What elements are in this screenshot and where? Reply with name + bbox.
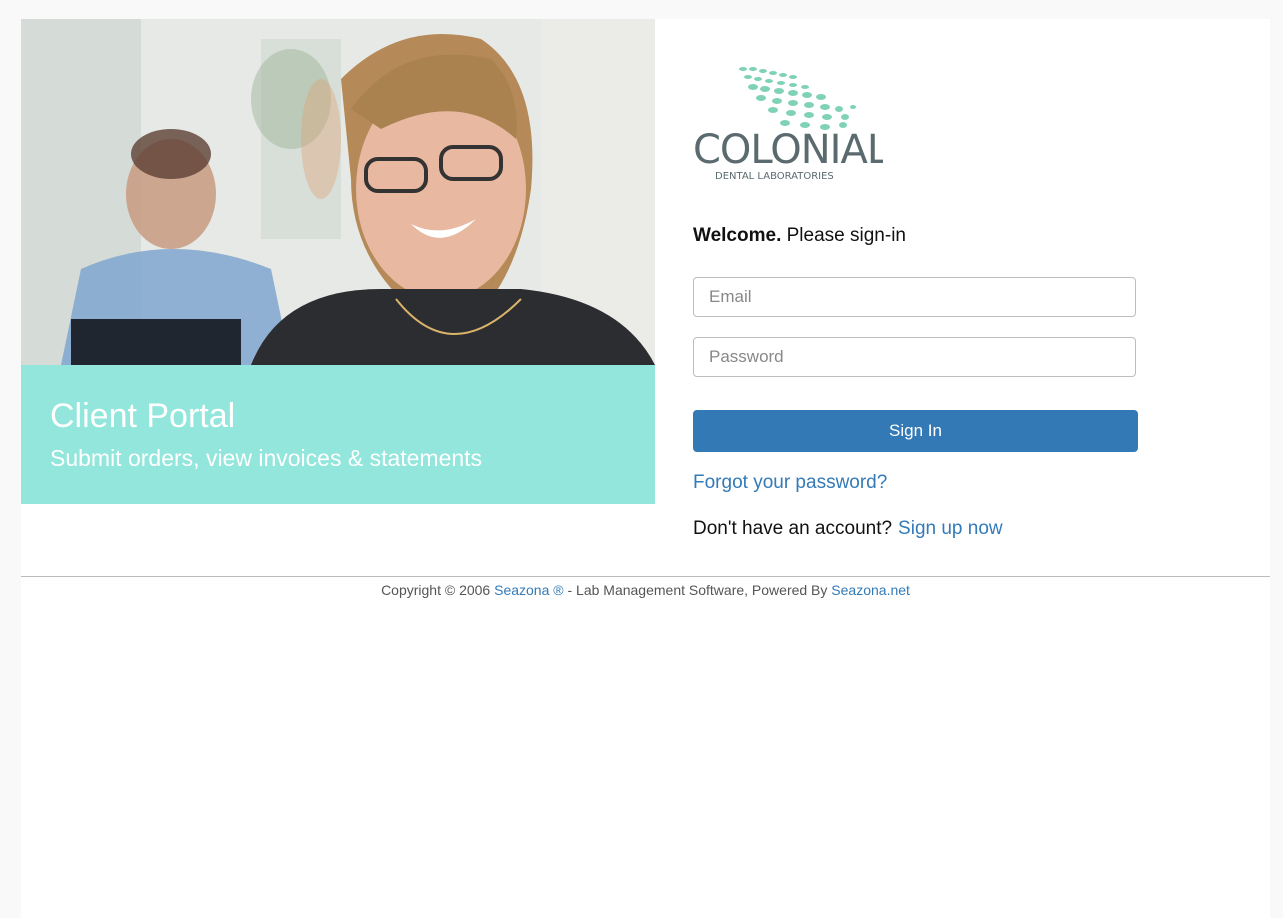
hero-title: Client Portal [50,397,236,435]
seazona-net-link[interactable]: Seazona.net [831,582,910,598]
hero-panel: Client Portal Submit orders, view invoic… [21,19,655,504]
seazona-link[interactable]: Seazona ® [494,582,563,598]
welcome-heading: Welcome. Please sign-in [693,225,906,247]
footer-middle-text: - Lab Management Software, Powered By [563,582,832,598]
logo-tagline: DENTAL LABORATORIES [715,171,834,182]
hero-banner: Client Portal Submit orders, view invoic… [21,365,655,504]
footer-divider [21,576,1270,577]
copyright-text: Copyright © 2006 [381,582,495,598]
hero-subtitle: Submit orders, view invoices & statement… [50,445,483,471]
sign-in-button[interactable]: Sign In [693,410,1138,452]
email-field[interactable] [693,277,1136,317]
hero-photo [21,19,655,365]
no-account-text: Don't have an account? [693,518,893,539]
footer: Copyright © 2006 Seazona ® - Lab Managem… [21,582,1270,598]
forgot-password-link[interactable]: Forgot your password? [693,472,887,494]
password-field[interactable] [693,337,1136,377]
sign-up-link[interactable]: Sign up now [898,518,1003,539]
company-logo: COLONIAL DENTAL LABORATORIES [693,63,891,183]
logo-wordmark: COLONIAL [693,127,883,173]
page-container: Client Portal Submit orders, view invoic… [21,19,1270,918]
no-account-row: Don't have an account? Sign up now [693,518,1003,540]
welcome-bold: Welcome. [693,225,782,246]
welcome-text: Please sign-in [781,225,906,246]
